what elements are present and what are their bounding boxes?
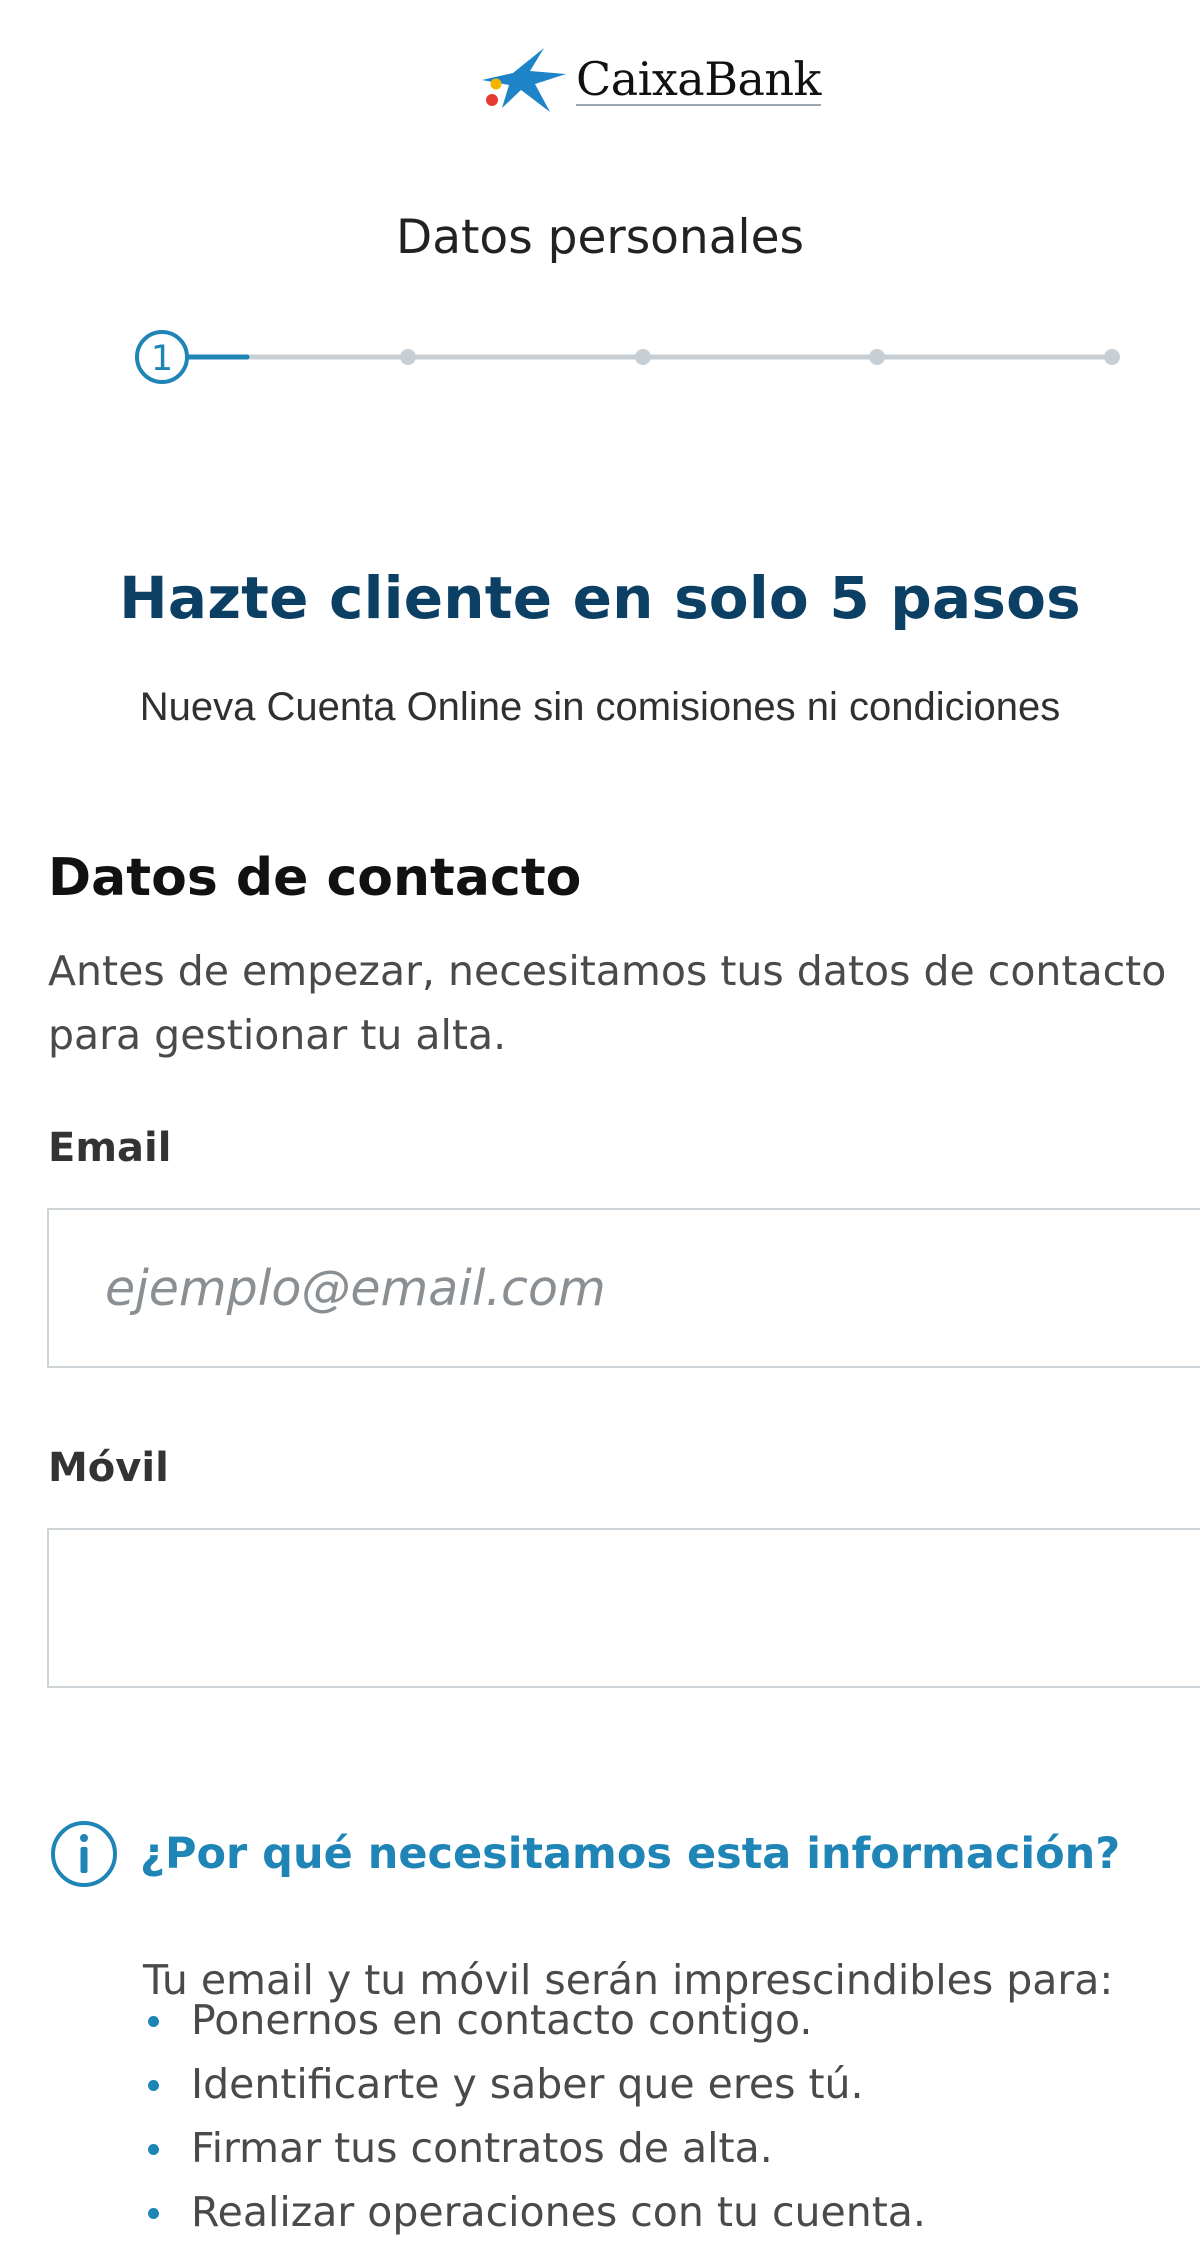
step-dot-3 bbox=[635, 349, 651, 365]
info-list-item: Realizar operaciones con tu cuenta. bbox=[143, 2180, 926, 2244]
info-list-item: Ponernos en contacto contigo. bbox=[143, 1988, 926, 2052]
step-dot-4 bbox=[869, 349, 885, 365]
current-step-number: 1 bbox=[151, 339, 173, 379]
caixabank-logo: CaixaBank bbox=[478, 46, 821, 116]
info-disclosure[interactable]: ¿Por qué necesitamos esta información? bbox=[48, 1818, 1120, 1890]
step-dot-2 bbox=[400, 349, 416, 365]
step-progress: 1 bbox=[132, 322, 1132, 392]
contact-section-title: Datos de contacto bbox=[48, 848, 582, 909]
hero-subtitle: Nueva Cuenta Online sin comisiones ni co… bbox=[139, 685, 1061, 729]
email-input[interactable] bbox=[47, 1208, 1200, 1368]
info-list: Ponernos en contacto contigo. Identifica… bbox=[143, 1988, 926, 2244]
email-label: Email bbox=[48, 1125, 172, 1171]
mobile-label: Móvil bbox=[48, 1445, 169, 1491]
contact-section-description: Antes de empezar, necesitamos tus datos … bbox=[48, 947, 1167, 1059]
progress-bar: 1 bbox=[135, 330, 1120, 384]
mobile-input[interactable] bbox=[47, 1528, 1200, 1688]
step-dot-5 bbox=[1104, 349, 1120, 365]
info-link[interactable]: ¿Por qué necesitamos esta información? bbox=[140, 1829, 1120, 1879]
info-list-item: Firmar tus contratos de alta. bbox=[143, 2116, 926, 2180]
hero-title: Hazte cliente en solo 5 pasos bbox=[119, 563, 1081, 632]
star-icon bbox=[482, 48, 566, 112]
step-title: Datos personales bbox=[396, 210, 804, 265]
brand-name: CaixaBank bbox=[576, 52, 821, 106]
info-icon bbox=[51, 1821, 117, 1887]
info-list-item: Identificarte y saber que eres tú. bbox=[143, 2052, 926, 2116]
